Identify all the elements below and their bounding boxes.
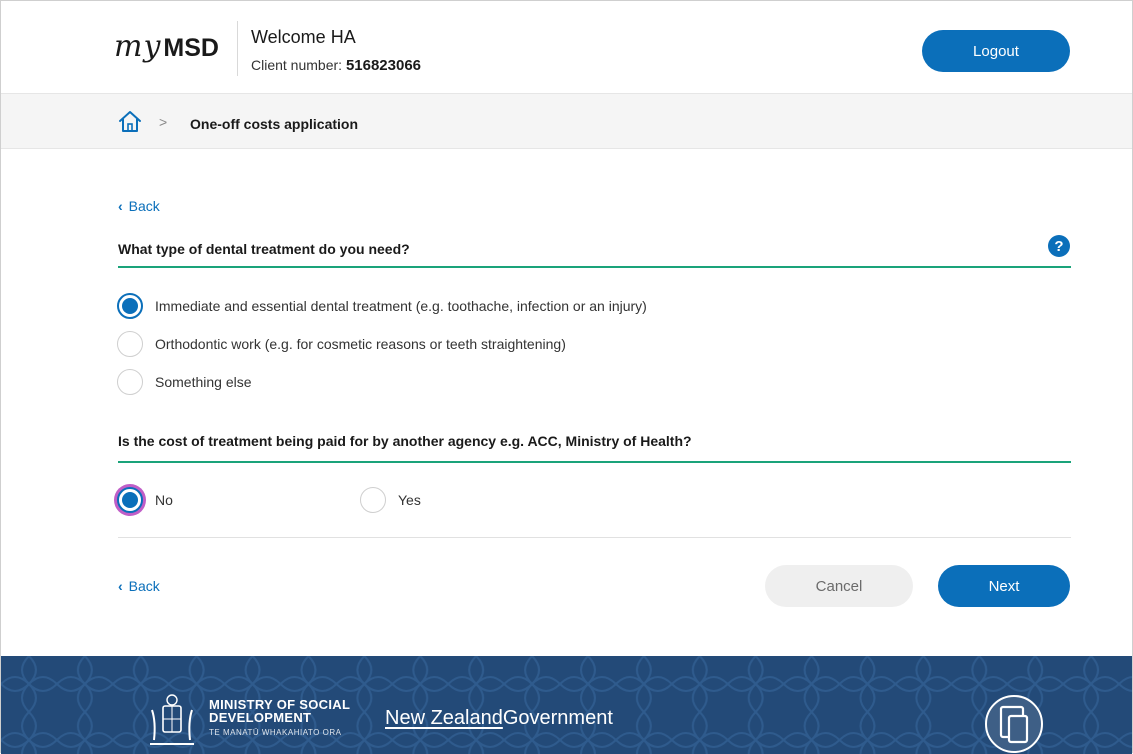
breadcrumb-separator: > bbox=[159, 114, 168, 130]
question-underline bbox=[118, 461, 1071, 463]
msd-org-name: MINISTRY OF SOCIAL DEVELOPMENT TE MANATŪ… bbox=[209, 698, 350, 739]
breadcrumb: > One-off costs application bbox=[1, 93, 1132, 149]
radio-button-checked[interactable] bbox=[117, 293, 143, 319]
mymsd-logo[interactable]: myMSD bbox=[114, 29, 219, 64]
welcome-text: Welcome HA bbox=[251, 27, 356, 47]
coat-of-arms-icon bbox=[150, 694, 194, 745]
logout-button[interactable]: Logout bbox=[922, 30, 1070, 72]
radio-option-immediate[interactable]: Immediate and essential dental treatment… bbox=[117, 293, 647, 319]
client-number-label: Client number: bbox=[251, 57, 343, 73]
question-dental-type: What type of dental treatment do you nee… bbox=[118, 241, 410, 257]
header-divider bbox=[237, 21, 238, 76]
breadcrumb-current: One-off costs application bbox=[190, 116, 359, 132]
help-icon[interactable]: ? bbox=[1048, 235, 1070, 257]
form-divider bbox=[118, 537, 1071, 538]
org-line2: DEVELOPMENT bbox=[209, 710, 312, 725]
client-number-value: 516823066 bbox=[345, 57, 422, 74]
site-header: myMSD Welcome HA Client number: 51682306… bbox=[1, 1, 1132, 93]
back-link-top[interactable]: ‹ Back bbox=[118, 198, 160, 214]
radio-label: Immediate and essential dental treatment… bbox=[155, 298, 647, 314]
radio-button[interactable] bbox=[360, 487, 386, 513]
cancel-button[interactable]: Cancel bbox=[765, 565, 913, 607]
back-label: Back bbox=[128, 198, 160, 214]
device-icon[interactable] bbox=[984, 694, 1044, 754]
government-text: Government bbox=[502, 707, 613, 729]
radio-label: No bbox=[155, 492, 173, 508]
radio-option-something-else[interactable]: Something else bbox=[117, 369, 252, 395]
nz-text: New Zealand bbox=[385, 707, 503, 729]
logo-my: my bbox=[114, 29, 162, 64]
radio-option-orthodontic[interactable]: Orthodontic work (e.g. for cosmetic reas… bbox=[117, 331, 566, 357]
org-sub: TE MANATŪ WHAKAHIATO ORA bbox=[209, 728, 342, 737]
next-button[interactable]: Next bbox=[938, 565, 1070, 607]
client-number: Client number: 516823066 bbox=[251, 57, 421, 74]
question-underline bbox=[118, 266, 1071, 268]
logo-msd: MSD bbox=[163, 34, 219, 62]
question-paid-by-agency: Is the cost of treatment being paid for … bbox=[118, 433, 692, 449]
radio-option-yes[interactable]: Yes bbox=[360, 487, 421, 513]
radio-label: Yes bbox=[398, 492, 421, 508]
back-link-bottom[interactable]: ‹ Back bbox=[118, 578, 160, 594]
nz-government-logo: New ZealandGovernment bbox=[385, 707, 613, 730]
radio-option-no[interactable]: No bbox=[117, 487, 173, 513]
back-label: Back bbox=[128, 578, 160, 594]
radio-button[interactable] bbox=[117, 331, 143, 357]
chevron-left-icon: ‹ bbox=[118, 578, 123, 594]
radio-label: Orthodontic work (e.g. for cosmetic reas… bbox=[155, 336, 566, 352]
radio-label: Something else bbox=[155, 374, 252, 390]
radio-button[interactable] bbox=[117, 369, 143, 395]
home-icon[interactable] bbox=[117, 109, 143, 133]
site-footer: MINISTRY OF SOCIAL DEVELOPMENT TE MANATŪ… bbox=[1, 656, 1132, 754]
radio-button-checked[interactable] bbox=[117, 487, 143, 513]
chevron-left-icon: ‹ bbox=[118, 198, 123, 214]
